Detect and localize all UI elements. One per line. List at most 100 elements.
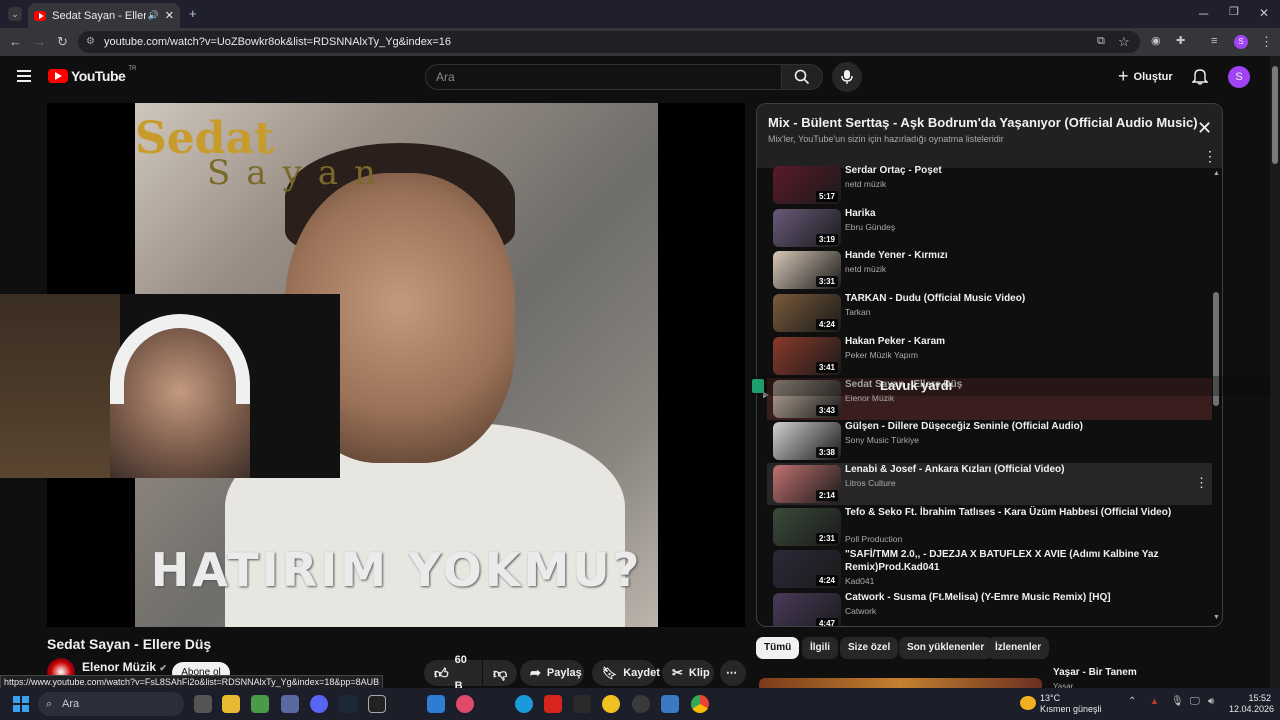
chrome-icon[interactable] [691, 695, 709, 713]
window-restore-icon[interactable]: ❐ [1229, 7, 1239, 18]
app-yellow-icon[interactable] [602, 695, 620, 713]
address-bar[interactable]: ⚙ youtube.com/watch?v=UoZBowkr8ok&list=R… [78, 31, 1140, 53]
app-green-icon[interactable] [251, 695, 269, 713]
new-tab-icon[interactable]: + [189, 7, 197, 20]
youtube-masthead: YouTube TR Ara + Oluştur S [0, 56, 1270, 100]
taskbar-search[interactable]: ⌕ Ara [38, 692, 184, 716]
playlist-menu-icon[interactable]: ⋮ [1203, 148, 1217, 165]
discord-icon[interactable] [310, 695, 328, 713]
playlist-item-channel: netd müzik [845, 264, 887, 274]
playlist-item[interactable]: 4:24 "SAFİ/TMM 2.0,, - DJEZJA X BATUFLEX … [767, 548, 1212, 590]
file-explorer-icon[interactable] [222, 695, 240, 713]
hamburger-menu-icon[interactable] [17, 70, 31, 82]
tray-overflow-icon[interactable]: ⌃ [1128, 697, 1136, 707]
bookmark-star-icon[interactable]: ☆ [1118, 35, 1130, 48]
tab-close-icon[interactable]: ✕ [165, 9, 174, 22]
epic-games-icon[interactable] [368, 695, 386, 713]
obs-icon[interactable] [632, 695, 650, 713]
playlist-item-thumbnail[interactable]: 5:17 [773, 166, 841, 204]
app-c-icon[interactable] [515, 695, 533, 713]
playlist-item[interactable]: 5:17 Serdar Ortaç - Poşet netd müzik [767, 164, 1212, 206]
playlist-item[interactable]: 3:38 Gülşen - Dillere Düşeceğiz Seninle (… [767, 420, 1212, 462]
playlist-item[interactable]: 2:14 Lenabi & Josef - Ankara Kızları (Off… [767, 463, 1212, 505]
app-bug-icon[interactable] [281, 695, 299, 713]
reload-icon[interactable]: ↻ [57, 35, 68, 48]
scroll-down-icon[interactable]: ▼ [1213, 614, 1220, 621]
taskbar-clock[interactable]: 15:52 12.04.2026 [1229, 693, 1274, 715]
extension-game-icon[interactable]: ◉ [1151, 36, 1161, 47]
browser-profile-avatar[interactable]: S [1234, 35, 1248, 49]
app-blue-icon[interactable] [427, 695, 445, 713]
weather-icon[interactable] [1020, 696, 1036, 710]
windows-start-icon[interactable] [13, 696, 29, 712]
windows-taskbar: ⌕ Ara 13°C Kısmen güneşli ⌃ ▲ 🎙︎ 🖵 🔊︎ 15… [0, 688, 1280, 720]
playlist-item-thumbnail[interactable]: 3:19 [773, 209, 841, 247]
filter-chip[interactable]: İlgili [802, 637, 838, 659]
tray-volume-icon[interactable]: 🔊︎ [1208, 697, 1214, 707]
steam-icon[interactable] [339, 695, 357, 713]
playlist-item-duration: 3:19 [815, 234, 838, 245]
forward-icon[interactable]: → [33, 35, 46, 48]
playlist-item-thumbnail[interactable]: 2:31 [773, 508, 841, 546]
tab-audio-icon[interactable]: 🔊 [148, 10, 159, 21]
search-button[interactable] [781, 64, 823, 90]
playlist-item[interactable]: 3:31 Hande Yener - Kırmızı netd müzik [767, 249, 1212, 291]
more-actions-button[interactable]: ⋯ [720, 660, 746, 686]
playlist-item[interactable]: 4:24 TARKAN - Dudu (Official Music Video)… [767, 292, 1212, 334]
playlist-item-thumbnail[interactable]: 2:14 [773, 465, 841, 503]
user-avatar[interactable]: S [1228, 66, 1250, 88]
filter-chip[interactable]: İzlenenler [987, 637, 1050, 659]
like-button[interactable]: 👍︎ 60 B [424, 654, 482, 692]
playlist-item-thumbnail[interactable]: 4:47 [773, 593, 841, 626]
filter-chip[interactable]: Son yüklenenler [899, 637, 993, 659]
filter-chip[interactable]: Size özel [840, 637, 899, 659]
app-heart-icon[interactable] [456, 695, 474, 713]
extensions-puzzle-icon[interactable]: ✚ [1176, 36, 1185, 47]
site-info-icon[interactable]: ⚙ [86, 31, 95, 53]
browser-menu-icon[interactable]: ⋮ [1260, 35, 1273, 48]
playlist-item[interactable]: 3:19 Harika Ebru Gündeş [767, 207, 1212, 249]
browser-tab-active[interactable]: Sedat Sayan - Ellere Düş - Y 🔊 ✕ [28, 3, 180, 28]
tray-mic-icon[interactable]: 🎙︎ [1171, 697, 1184, 707]
tray-monitor-icon[interactable]: 🖵 [1190, 697, 1200, 707]
scroll-up-icon[interactable]: ▲ [1213, 170, 1220, 177]
notifications-button[interactable] [1192, 67, 1208, 85]
search-input[interactable]: Ara [425, 64, 782, 90]
weather-widget[interactable]: 13°C Kısmen güneşli [1040, 693, 1102, 715]
playlist-item-thumbnail[interactable]: 3:41 [773, 337, 841, 375]
create-button[interactable]: + Oluştur [1118, 66, 1173, 87]
window-close-icon[interactable]: ✕ [1259, 7, 1269, 19]
playlist-title[interactable]: Mix - Bülent Serttaş - Aşk Bodrum'da Yaş… [768, 115, 1198, 130]
install-app-icon[interactable]: ⧉ [1097, 36, 1105, 47]
voice-search-button[interactable] [832, 62, 862, 92]
window-minimize-icon[interactable]: ─ [1199, 7, 1208, 20]
back-icon[interactable]: ← [9, 35, 22, 48]
playlist-item-thumbnail[interactable]: 3:31 [773, 251, 841, 289]
clip-button[interactable]: ✂ Klip [662, 660, 714, 686]
playlist-item-thumbnail[interactable]: 4:24 [773, 294, 841, 332]
playlist-item[interactable]: 4:47 Catwork - Susma (Ft.Melisa) (Y-Emre … [767, 591, 1212, 626]
page-scroll-thumb[interactable] [1272, 66, 1278, 164]
task-view-icon[interactable] [194, 695, 212, 713]
share-button[interactable]: ➦ Paylaş [520, 660, 584, 686]
tray-app-icon[interactable]: ▲ [1150, 697, 1159, 706]
playlist-item[interactable]: 2:31 Tefo & Seko Ft. İbrahim Tatlıses - K… [767, 506, 1212, 548]
dislike-button[interactable]: 👎︎ [483, 660, 517, 686]
acrobat-icon[interactable] [544, 695, 562, 713]
reading-list-icon[interactable]: ≡ [1211, 36, 1217, 47]
playlist-item-thumbnail[interactable]: 3:38 [773, 422, 841, 460]
youtube-logo[interactable]: YouTube TR [48, 66, 136, 84]
app-terminal-icon[interactable] [573, 695, 591, 713]
tab-search-icon[interactable]: ⌄ [8, 7, 22, 21]
save-button[interactable]: 🔖︎ Kaydet [592, 660, 660, 686]
channel-name[interactable]: Elenor Müzik ✔ [82, 660, 167, 674]
playlist-item-title: Catwork - Susma (Ft.Melisa) (Y-Emre Musi… [845, 592, 1111, 603]
playlist-item-thumbnail[interactable]: 4:24 [773, 550, 841, 588]
next-video-title[interactable]: Yaşar - Bir Tanem [1053, 667, 1137, 678]
close-icon[interactable]: ✕ [1197, 118, 1212, 139]
app-network-icon[interactable] [661, 695, 679, 713]
browser-toolbar: ← → ↻ ⚙ youtube.com/watch?v=UoZBowkr8ok&… [0, 28, 1280, 56]
playlist-item[interactable]: 3:41 Hakan Peker - Karam Peker Müzik Yapım [767, 335, 1212, 377]
playlist-item-menu-icon[interactable]: ⋮ [1195, 475, 1208, 491]
filter-chip[interactable]: Tümü [756, 637, 800, 659]
